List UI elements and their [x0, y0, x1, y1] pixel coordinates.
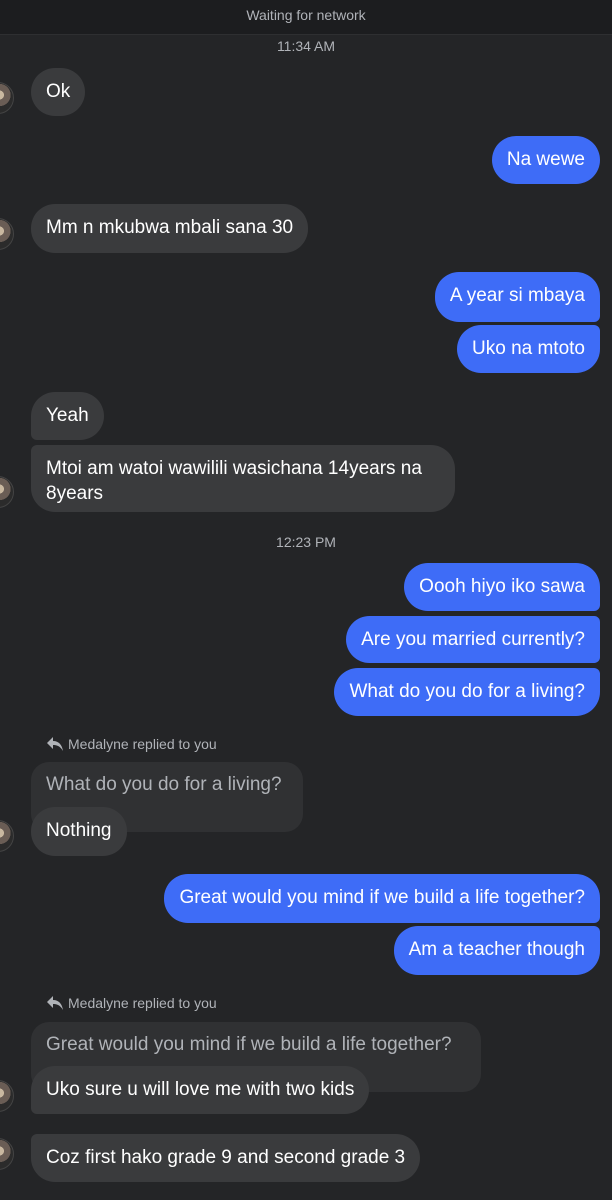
avatar[interactable] — [0, 1138, 14, 1170]
avatar[interactable] — [0, 218, 14, 250]
message-line: Mtoi am watoi wawilili wasichana 14years… — [46, 458, 422, 479]
message-bubble[interactable]: Na wewe — [491, 136, 600, 184]
reply-notice-text: Medalyne replied to you — [68, 995, 217, 1011]
timestamp: 12:23 PM — [276, 534, 336, 550]
message-bubble[interactable]: Great would you mind if we build a life … — [164, 874, 600, 923]
timestamp: 11:34 AM — [276, 38, 336, 54]
message-bubble[interactable]: Nothing — [31, 807, 127, 856]
network-status-bar: Waiting for network — [0, 0, 612, 35]
message-bubble[interactable]: A year si mbaya — [434, 272, 600, 322]
avatar[interactable] — [0, 476, 14, 508]
network-status-text: Waiting for network — [246, 7, 366, 23]
avatar[interactable] — [0, 82, 14, 114]
reply-arrow-icon — [46, 995, 64, 1011]
message-bubble[interactable]: Uko sure u will love me with two kids — [31, 1066, 370, 1114]
avatar[interactable] — [0, 820, 14, 852]
message-bubble[interactable]: Mtoi am watoi wawilili wasichana 14years… — [31, 445, 455, 512]
message-bubble[interactable]: What do you do for a living? — [334, 668, 600, 716]
reply-notice: Medalyne replied to you — [46, 995, 217, 1011]
message-bubble[interactable]: Oooh hiyo iko sawa — [404, 563, 600, 611]
reply-notice: Medalyne replied to you — [46, 736, 217, 752]
reply-notice-text: Medalyne replied to you — [68, 736, 217, 752]
message-bubble[interactable]: Ok — [31, 68, 86, 116]
message-bubble[interactable]: Mm n mkubwa mbali sana 30 — [31, 204, 309, 253]
message-bubble[interactable]: Uko na mtoto — [457, 325, 600, 373]
avatar[interactable] — [0, 1080, 14, 1112]
message-line: 8years — [46, 483, 104, 504]
message-bubble[interactable]: Coz first hako grade 9 and second grade … — [31, 1134, 421, 1182]
message-bubble[interactable]: Are you married currently? — [346, 616, 600, 663]
message-bubble[interactable]: Am a teacher though — [393, 926, 600, 975]
reply-arrow-icon — [46, 736, 64, 752]
message-bubble[interactable]: Yeah — [31, 392, 104, 440]
